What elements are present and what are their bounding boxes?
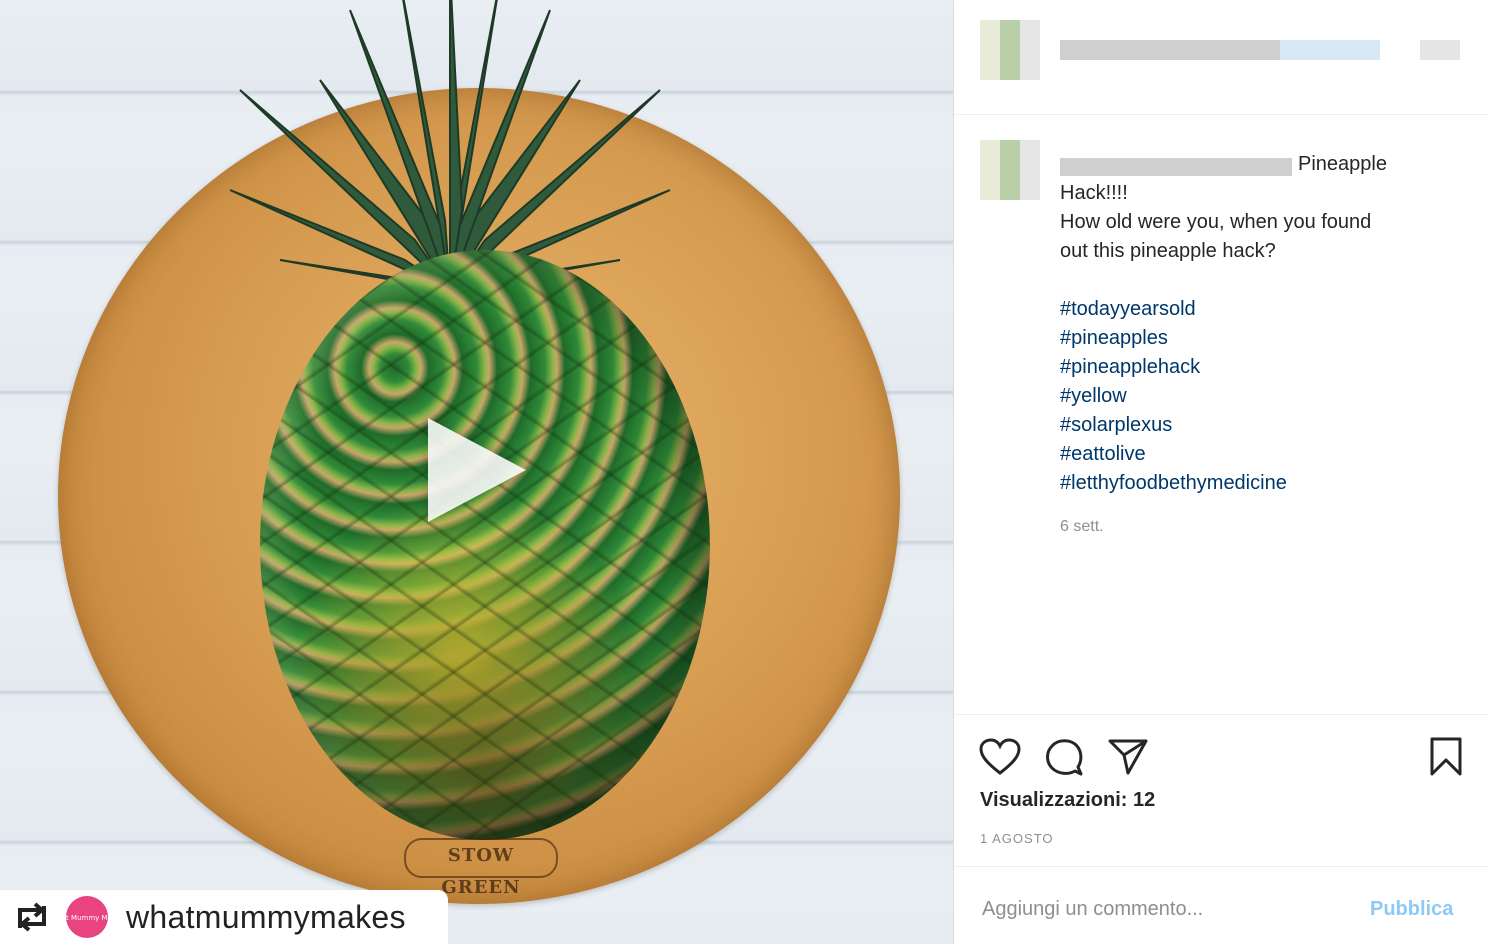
hashtag-link[interactable]: #solarplexus bbox=[1060, 411, 1440, 440]
hashtag-link[interactable]: #eattolive bbox=[1060, 440, 1440, 469]
hashtag-link[interactable]: #yellow bbox=[1060, 382, 1440, 411]
author-username-redacted[interactable] bbox=[1060, 40, 1280, 60]
repost-avatar-text: What Mummy Makes bbox=[66, 914, 108, 922]
pineapple-texture bbox=[260, 250, 710, 840]
follow-link-redacted[interactable] bbox=[1280, 40, 1380, 60]
repost-badge[interactable]: What Mummy Makes whatmummymakes bbox=[0, 890, 448, 944]
bookmark-icon[interactable] bbox=[1424, 735, 1468, 779]
paper-plane-icon[interactable] bbox=[1106, 735, 1150, 779]
comment-bar: Pubblica bbox=[954, 866, 1488, 945]
post-caption: Pineapple Hack!!!! How old were you, whe… bbox=[1060, 150, 1440, 498]
views-count[interactable]: Visualizzazioni: 12 bbox=[980, 789, 1155, 812]
repost-avatar: What Mummy Makes bbox=[50, 896, 124, 938]
repost-username[interactable]: whatmummymakes bbox=[126, 899, 406, 936]
hashtag-link[interactable]: #pineapplehack bbox=[1060, 353, 1440, 382]
comment-input[interactable] bbox=[980, 897, 1344, 922]
caption-line: How old were you, when you found bbox=[1060, 211, 1372, 233]
comment-icon[interactable] bbox=[1042, 735, 1086, 779]
play-icon[interactable] bbox=[428, 418, 526, 522]
action-bar: Visualizzazioni: 12 1 AGOSTO bbox=[954, 714, 1488, 867]
post-video[interactable]: STOW GREEN What Mummy Makes whatmummymak… bbox=[0, 0, 953, 944]
hashtag-link[interactable]: #todayyearsold bbox=[1060, 295, 1440, 324]
post-header bbox=[954, 0, 1488, 115]
caption-line: out this pineapple hack? bbox=[1060, 240, 1276, 262]
publish-button[interactable]: Pubblica bbox=[1370, 898, 1453, 921]
repost-icon bbox=[12, 897, 52, 937]
hashtag-link[interactable]: #pineapples bbox=[1060, 324, 1440, 353]
board-stamp: STOW GREEN bbox=[404, 838, 558, 898]
post-panel: Pineapple Hack!!!! How old were you, whe… bbox=[953, 0, 1488, 944]
caption-line: Hack!!!! bbox=[1060, 182, 1128, 204]
heart-icon[interactable] bbox=[978, 735, 1022, 779]
caption-time-ago[interactable]: 6 sett. bbox=[1060, 518, 1104, 536]
hashtag-link[interactable]: #letthyfoodbethymedicine bbox=[1060, 469, 1440, 498]
more-options-icon[interactable] bbox=[1420, 40, 1460, 60]
post-date[interactable]: 1 AGOSTO bbox=[980, 831, 1054, 846]
caption-author-avatar[interactable] bbox=[980, 140, 1040, 200]
author-avatar[interactable] bbox=[980, 20, 1040, 80]
caption-title: Pineapple bbox=[1298, 153, 1387, 175]
